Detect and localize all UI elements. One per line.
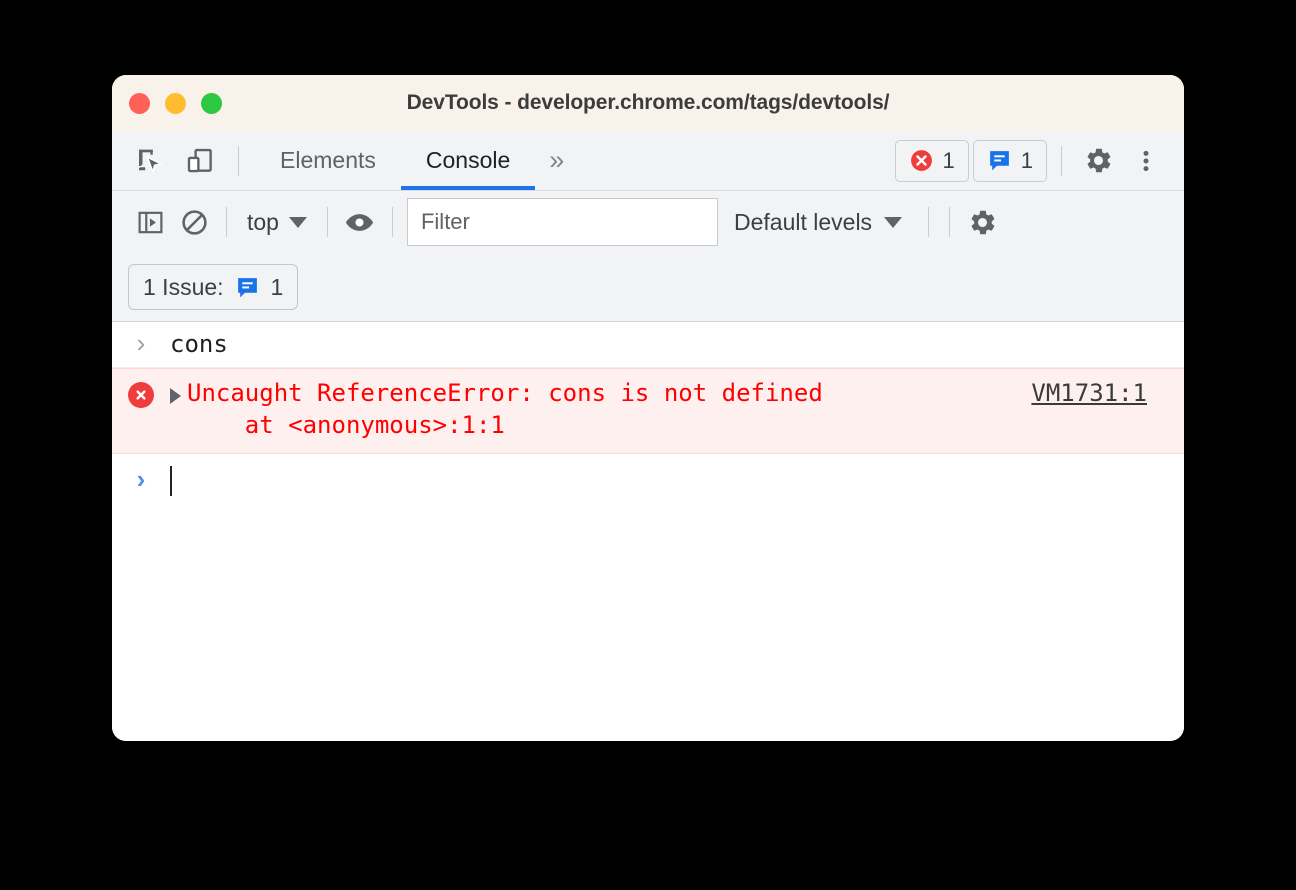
issues-chip-count: 1 xyxy=(270,273,284,300)
maximize-window-button[interactable] xyxy=(201,92,222,114)
close-window-button[interactable] xyxy=(129,92,150,114)
window-title: DevTools - developer.chrome.com/tags/dev… xyxy=(406,91,890,114)
toolbar-divider xyxy=(238,145,239,176)
console-toolbar-divider-2 xyxy=(326,207,328,237)
prompt-chevron-icon: › xyxy=(136,463,146,494)
device-toolbar-button[interactable] xyxy=(178,139,222,183)
error-circle-icon xyxy=(910,150,932,171)
toolbar-divider-right xyxy=(1061,145,1062,176)
issues-speech-bubble-icon xyxy=(989,151,1009,171)
customize-devtools-button[interactable] xyxy=(1124,139,1168,183)
error-message-line-1: Uncaught ReferenceError: cons is not def… xyxy=(187,379,823,407)
issues-chip-label: 1 Issue: xyxy=(143,273,224,300)
clear-console-button[interactable] xyxy=(172,200,216,244)
error-source-link[interactable]: VM1731:1 xyxy=(1031,378,1184,407)
console-toolbar-divider-5 xyxy=(949,207,951,237)
error-count: 1 xyxy=(942,147,955,173)
issues-summary-chip[interactable]: 1 Issue: 1 xyxy=(128,264,299,310)
log-level-selector[interactable]: Default levels xyxy=(718,209,918,236)
input-chevron-icon: › xyxy=(136,328,146,358)
issues-count: 1 xyxy=(1020,147,1033,173)
title-bar: DevTools - developer.chrome.com/tags/dev… xyxy=(112,75,1184,131)
more-tabs-label: » xyxy=(549,145,565,175)
devtools-settings-button[interactable] xyxy=(1076,139,1120,183)
issues-count-badge[interactable]: 1 xyxy=(972,139,1047,182)
issues-speech-bubble-icon xyxy=(237,277,257,297)
console-error-message: Uncaught ReferenceError: cons is not def… xyxy=(187,378,1031,442)
more-tabs-button[interactable]: » xyxy=(535,131,578,190)
panel-tabs: Elements Console xyxy=(255,131,536,190)
live-expression-button[interactable] xyxy=(338,200,382,244)
console-toolbar-divider-3 xyxy=(391,207,393,237)
live-expression-eye-icon xyxy=(346,213,374,231)
devtools-window: DevTools - developer.chrome.com/tags/dev… xyxy=(112,75,1184,741)
console-settings-button[interactable] xyxy=(960,200,1004,244)
console-error-icon-cell xyxy=(112,378,170,408)
three-dots-vertical-icon xyxy=(1143,150,1149,171)
gear-icon xyxy=(1087,148,1110,173)
console-input-entry[interactable]: › cons xyxy=(112,322,1184,368)
console-toolbar-divider-1 xyxy=(226,207,227,237)
console-sidebar-icon xyxy=(138,211,162,233)
console-input-text: cons xyxy=(170,330,228,358)
console-toolbar-divider-4 xyxy=(928,207,930,237)
console-prompt-row[interactable]: › xyxy=(112,454,1184,518)
chevron-down-icon xyxy=(884,216,903,228)
console-sidebar-toggle-button[interactable] xyxy=(128,200,172,244)
console-filter-placeholder: Filter xyxy=(420,209,470,234)
error-circle-icon xyxy=(128,382,154,408)
devtools-main-toolbar: Elements Console » 1 1 xyxy=(112,131,1184,191)
issues-summary-bar: 1 Issue: 1 xyxy=(112,253,1184,322)
error-expand-triangle-icon[interactable] xyxy=(170,388,181,404)
console-entry-gutter: › xyxy=(112,328,170,356)
tab-elements-label: Elements xyxy=(280,147,376,173)
context-selector-label: top xyxy=(247,208,279,235)
console-prompt-gutter: › xyxy=(112,464,170,492)
console-filter-input[interactable]: Filter xyxy=(406,198,718,246)
error-x-glyph xyxy=(136,390,146,400)
console-toolbar: top Filter Default levels xyxy=(112,191,1184,253)
console-settings-gear-icon xyxy=(971,210,994,234)
clear-console-icon xyxy=(181,209,207,235)
tab-elements[interactable]: Elements xyxy=(255,131,401,190)
log-level-label: Default levels xyxy=(733,208,873,235)
device-toolbar-icon xyxy=(187,148,212,172)
console-message-list[interactable]: › cons Uncaught ReferenceError: cons is … xyxy=(112,322,1184,741)
inspect-element-icon xyxy=(139,149,163,174)
tab-console[interactable]: Console xyxy=(400,131,536,190)
console-error-entry[interactable]: Uncaught ReferenceError: cons is not def… xyxy=(112,368,1184,454)
chevron-down-icon xyxy=(288,216,307,228)
error-message-line-2: at <anonymous>:1:1 xyxy=(187,410,505,439)
minimize-window-button[interactable] xyxy=(165,92,186,114)
text-cursor xyxy=(170,465,172,496)
tab-console-label: Console xyxy=(425,147,511,173)
traffic-light-buttons xyxy=(112,92,222,114)
error-count-badge[interactable]: 1 xyxy=(894,139,969,182)
inspect-element-button[interactable] xyxy=(128,139,172,183)
javascript-context-selector[interactable]: top xyxy=(237,209,317,236)
